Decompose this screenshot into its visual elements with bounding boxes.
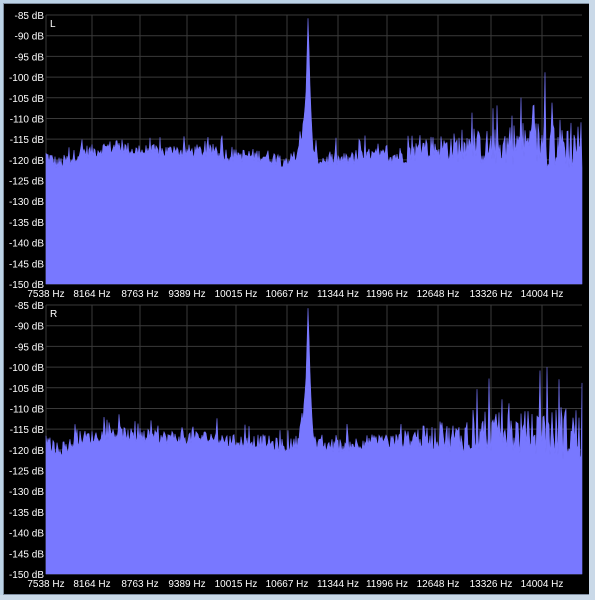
y-tick-label: -140 dB	[9, 529, 44, 540]
y-tick-label: -100 dB	[9, 73, 44, 84]
x-tick-label: 14004 Hz	[521, 579, 564, 590]
y-tick-label: -105 dB	[9, 94, 44, 105]
y-tick-label: -125 dB	[9, 177, 44, 188]
channel-label-L: L	[50, 19, 56, 30]
x-tick-label: 11996 Hz	[366, 579, 408, 590]
spectrum-plots: -85 dB -90 dB -95 dB -100 dB -105 dB -110 dB -…	[9, 11, 583, 590]
y-tick-label: -100 dB	[9, 363, 44, 374]
x-tick-label: 12648 Hz	[417, 579, 460, 590]
x-tick-label: 8763 Hz	[121, 579, 158, 590]
y-tick-label: -120 dB	[9, 446, 44, 457]
x-tick-label: 7538 Hz	[27, 289, 64, 300]
y-tick-label: -90 dB	[15, 32, 45, 43]
y-tick-label: -145 dB	[9, 549, 44, 560]
y-tick-label: -130 dB	[9, 487, 44, 498]
y-tick-label: -120 dB	[9, 156, 44, 167]
x-tick-label: 9389 Hz	[168, 289, 205, 300]
y-tick-label: -130 dB	[9, 197, 44, 208]
x-tick-label: 10667 Hz	[266, 289, 309, 300]
x-tick-label: 11344 Hz	[317, 289, 359, 300]
x-tick-label: 8164 Hz	[73, 579, 110, 590]
x-tick-label: 7538 Hz	[27, 579, 64, 590]
y-tick-label: -135 dB	[9, 218, 44, 229]
x-tick-label: 10015 Hz	[215, 289, 258, 300]
y-tick-label: -95 dB	[15, 342, 45, 353]
x-tick-label: 8164 Hz	[73, 289, 110, 300]
x-tick-label: 9389 Hz	[168, 579, 205, 590]
y-tick-label: -105 dB	[9, 384, 44, 395]
y-tick-label: -115 dB	[10, 135, 45, 146]
x-tick-label: 11996 Hz	[366, 289, 408, 300]
x-tick-label: 12648 Hz	[417, 289, 460, 300]
x-tick-label: 14004 Hz	[521, 289, 564, 300]
x-tick-label: 8763 Hz	[121, 289, 158, 300]
y-tick-label: -135 dB	[9, 508, 44, 519]
y-tick-label: -125 dB	[9, 467, 44, 478]
y-tick-label: -110 dB	[10, 404, 45, 415]
y-tick-label: -95 dB	[15, 52, 45, 63]
x-tick-label: 11344 Hz	[317, 579, 359, 590]
x-tick-label: 13326 Hz	[470, 289, 513, 300]
channel-label-R: R	[50, 309, 57, 320]
y-tick-label: -140 dB	[9, 239, 44, 250]
x-tick-label: 13326 Hz	[470, 579, 513, 590]
x-tick-label: 10015 Hz	[215, 579, 258, 590]
y-tick-label: -90 dB	[15, 322, 45, 333]
y-tick-label: -110 dB	[10, 114, 45, 125]
y-tick-label: -145 dB	[9, 259, 44, 270]
y-tick-label: -115 dB	[10, 425, 45, 436]
y-tick-label: -85 dB	[15, 301, 45, 312]
x-tick-label: 10667 Hz	[266, 579, 309, 590]
y-tick-label: -85 dB	[15, 11, 45, 22]
